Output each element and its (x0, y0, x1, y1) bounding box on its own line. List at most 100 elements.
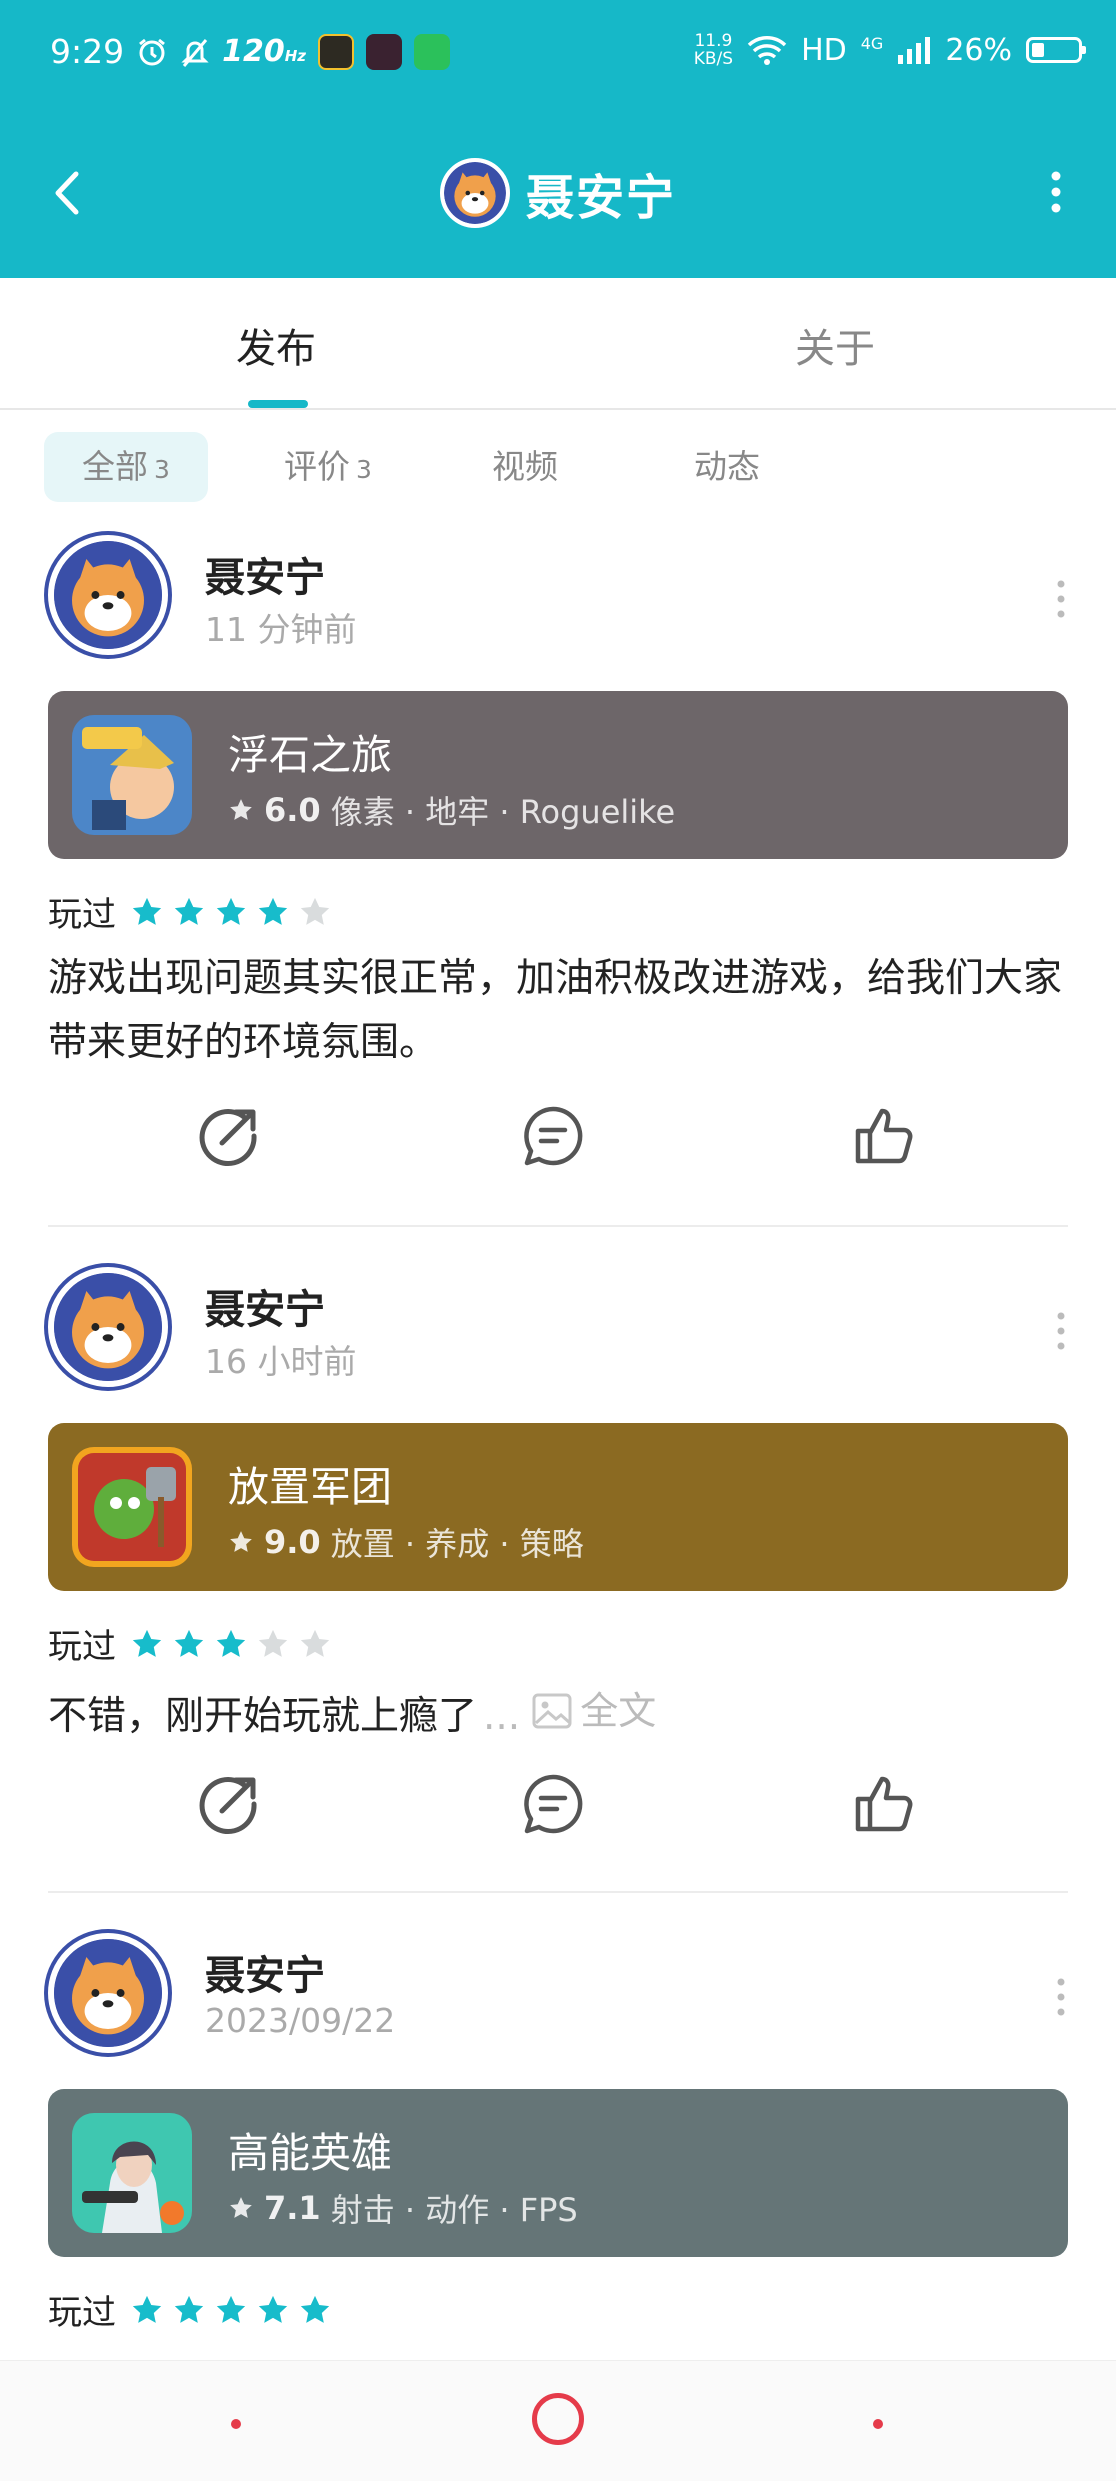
image-icon (532, 1693, 572, 1729)
game-tags: 射击 · 动作 · FPS (330, 2191, 578, 2229)
network-speed: 11.9 KB/S (693, 31, 734, 69)
profile-tabs: 发布 关于 (0, 278, 1116, 410)
nav-home-button[interactable] (532, 2393, 584, 2445)
nav-bar: 聂安宁 (0, 150, 1116, 240)
comment-icon[interactable] (520, 1103, 586, 1169)
filter-moments[interactable]: 动态 (694, 432, 760, 502)
page-title: 聂安宁 (525, 170, 676, 226)
avatar[interactable] (48, 1267, 168, 1387)
filter-bar: 全部 3 评价 3 视频 动态 (44, 432, 1084, 502)
wechat-icon (414, 33, 451, 70)
rating-row: 玩过 (48, 1619, 332, 1668)
avatar[interactable] (48, 535, 168, 655)
review-text[interactable]: 游戏出现问题其实很正常，加油积极改进游戏，给我们大家带来更好的环境氛围。 (48, 947, 1078, 1075)
rating-row: 玩过 (48, 887, 332, 936)
star-filled-icon (216, 2295, 246, 2323)
game-score: 9.0 (264, 1523, 321, 1561)
star-filled-icon (174, 1629, 204, 1657)
bilibili-icon (366, 33, 403, 70)
like-icon[interactable] (850, 1103, 916, 1169)
game-card[interactable]: 浮石之旅 6.0 像素 · 地牢 · Roguelike (48, 691, 1068, 859)
played-label: 玩过 (48, 1627, 116, 1667)
star-empty-icon (300, 1629, 330, 1657)
star-empty-icon (258, 1629, 288, 1657)
post-time: 11 分钟前 (205, 610, 357, 649)
action-bar (0, 1103, 1116, 1183)
game-name: 放置军团 (228, 1463, 392, 1511)
post-more-icon[interactable] (1054, 579, 1068, 619)
filter-all[interactable]: 全部 3 (44, 432, 208, 502)
app-notification-icon (318, 33, 355, 70)
divider (48, 1225, 1068, 1227)
rating-row: 玩过 (48, 2285, 332, 2334)
star-filled-icon (216, 897, 246, 925)
header-avatar (439, 158, 510, 228)
rating-stars (130, 895, 332, 929)
game-icon (72, 2113, 192, 2233)
played-label: 玩过 (48, 895, 116, 935)
post-more-icon[interactable] (1054, 1977, 1068, 2017)
signal-icon (898, 37, 931, 64)
clock: 9:29 (50, 32, 125, 71)
divider (48, 1891, 1068, 1893)
comment-icon[interactable] (520, 1771, 586, 1837)
alarm-icon (139, 38, 166, 65)
tab-indicator (248, 400, 308, 408)
filter-videos[interactable]: 视频 (492, 432, 558, 502)
game-icon (72, 715, 192, 835)
battery-percent: 26% (945, 32, 1012, 68)
top-bar: 9:29 120Hz 11.9 KB/S HD 4G 26% 聂安宁 (0, 0, 1116, 278)
game-name: 浮石之旅 (228, 731, 392, 779)
star-filled-icon (216, 1629, 246, 1657)
mute-bell-icon (181, 38, 209, 67)
nav-back-button[interactable] (873, 2419, 883, 2429)
full-text-link[interactable]: 全文 (532, 1679, 656, 1743)
star-filled-icon (258, 2295, 288, 2323)
review-snippet: 不错，刚开始玩就上瘾了 (48, 1694, 478, 1739)
score-star-icon (230, 1531, 252, 1552)
share-icon[interactable] (196, 1771, 262, 1837)
tab-publish[interactable]: 发布 (236, 316, 316, 374)
score-star-icon (230, 799, 252, 820)
game-tags: 放置 · 养成 · 策略 (330, 1525, 584, 1563)
username[interactable]: 聂安宁 (205, 1943, 325, 2001)
wifi-icon (747, 36, 787, 65)
star-filled-icon (174, 2295, 204, 2323)
avatar[interactable] (48, 1933, 168, 2053)
star-filled-icon (174, 897, 204, 925)
star-filled-icon (132, 1629, 162, 1657)
review-text[interactable]: 不错，刚开始玩就上瘾了... 全文 (48, 1679, 1078, 1749)
network-type: 4G (860, 34, 884, 53)
hd-indicator: HD (801, 32, 847, 68)
battery-icon (1026, 37, 1086, 63)
nav-menu-button[interactable] (231, 2419, 241, 2429)
more-vertical-icon[interactable] (1036, 168, 1076, 218)
rating-stars (130, 2293, 332, 2327)
post-time: 2023/09/22 (205, 2001, 396, 2040)
game-icon (72, 1447, 192, 1567)
status-bar: 9:29 120Hz 11.9 KB/S HD 4G 26% (0, 0, 1116, 110)
post-time: 16 小时前 (205, 1342, 357, 1381)
game-score: 6.0 (264, 791, 321, 829)
game-name: 高能英雄 (228, 2129, 392, 2177)
star-filled-icon (258, 897, 288, 925)
played-label: 玩过 (48, 2293, 116, 2333)
username[interactable]: 聂安宁 (205, 545, 325, 603)
ellipsis: ... (483, 1694, 521, 1739)
game-card[interactable]: 高能英雄 7.1 射击 · 动作 · FPS (48, 2089, 1068, 2257)
post-more-icon[interactable] (1054, 1311, 1068, 1351)
username[interactable]: 聂安宁 (205, 1277, 325, 1335)
star-empty-icon (300, 897, 330, 925)
share-icon[interactable] (196, 1103, 262, 1169)
game-card[interactable]: 放置军团 9.0 放置 · 养成 · 策略 (48, 1423, 1068, 1591)
game-score: 7.1 (264, 2189, 321, 2227)
star-filled-icon (300, 2295, 330, 2323)
game-tags: 像素 · 地牢 · Roguelike (330, 793, 676, 831)
star-filled-icon (132, 897, 162, 925)
system-nav-bar (0, 2360, 1116, 2481)
like-icon[interactable] (850, 1771, 916, 1837)
filter-reviews[interactable]: 评价 3 (284, 432, 372, 502)
score-star-icon (230, 2197, 252, 2218)
tab-about[interactable]: 关于 (795, 316, 875, 374)
action-bar (0, 1771, 1116, 1851)
